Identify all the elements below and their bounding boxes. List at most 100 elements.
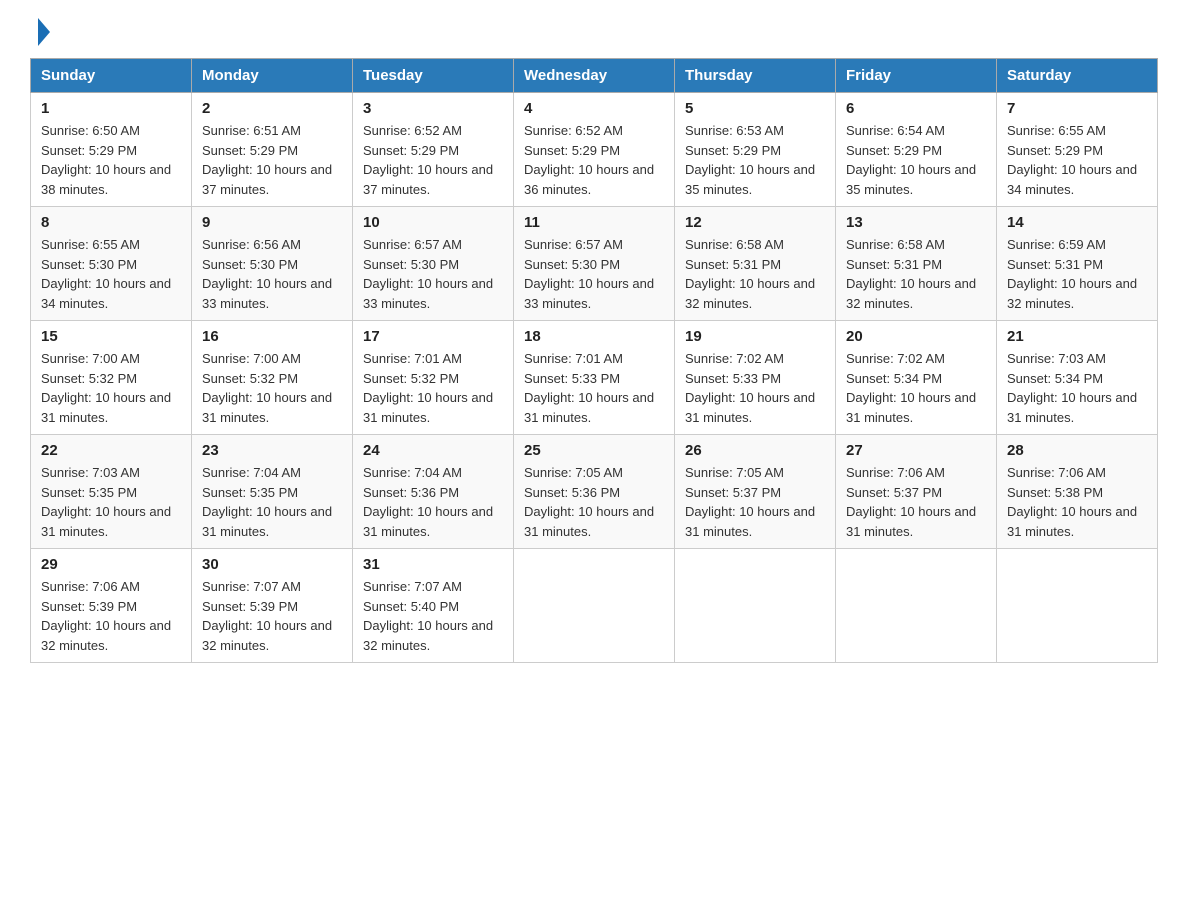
daylight-text: Daylight: 10 hours and 32 minutes. <box>202 618 332 653</box>
calendar-day-cell: 5Sunrise: 6:53 AMSunset: 5:29 PMDaylight… <box>675 93 836 207</box>
sunset-text: Sunset: 5:39 PM <box>41 599 137 614</box>
day-info: Sunrise: 6:58 AMSunset: 5:31 PMDaylight:… <box>685 235 825 313</box>
sunset-text: Sunset: 5:35 PM <box>41 485 137 500</box>
sunset-text: Sunset: 5:34 PM <box>1007 371 1103 386</box>
sunrise-text: Sunrise: 7:01 AM <box>524 351 623 366</box>
calendar-day-cell <box>675 549 836 663</box>
day-number: 9 <box>202 214 342 231</box>
daylight-text: Daylight: 10 hours and 38 minutes. <box>41 162 171 197</box>
sunrise-text: Sunrise: 6:55 AM <box>1007 123 1106 138</box>
sunrise-text: Sunrise: 7:05 AM <box>685 465 784 480</box>
calendar-week-row: 22Sunrise: 7:03 AMSunset: 5:35 PMDayligh… <box>31 435 1158 549</box>
day-number: 2 <box>202 100 342 117</box>
day-number: 28 <box>1007 442 1147 459</box>
weekday-header-friday: Friday <box>836 59 997 93</box>
sunrise-text: Sunrise: 7:06 AM <box>41 579 140 594</box>
sunset-text: Sunset: 5:29 PM <box>846 143 942 158</box>
sunset-text: Sunset: 5:29 PM <box>524 143 620 158</box>
sunrise-text: Sunrise: 7:00 AM <box>202 351 301 366</box>
calendar-day-cell: 27Sunrise: 7:06 AMSunset: 5:37 PMDayligh… <box>836 435 997 549</box>
daylight-text: Daylight: 10 hours and 37 minutes. <box>202 162 332 197</box>
sunset-text: Sunset: 5:36 PM <box>524 485 620 500</box>
day-info: Sunrise: 6:56 AMSunset: 5:30 PMDaylight:… <box>202 235 342 313</box>
sunset-text: Sunset: 5:30 PM <box>363 257 459 272</box>
weekday-header-monday: Monday <box>192 59 353 93</box>
calendar-day-cell: 17Sunrise: 7:01 AMSunset: 5:32 PMDayligh… <box>353 321 514 435</box>
daylight-text: Daylight: 10 hours and 34 minutes. <box>41 276 171 311</box>
day-info: Sunrise: 6:57 AMSunset: 5:30 PMDaylight:… <box>363 235 503 313</box>
daylight-text: Daylight: 10 hours and 32 minutes. <box>846 276 976 311</box>
sunset-text: Sunset: 5:31 PM <box>685 257 781 272</box>
day-number: 6 <box>846 100 986 117</box>
sunset-text: Sunset: 5:29 PM <box>41 143 137 158</box>
sunrise-text: Sunrise: 6:57 AM <box>524 237 623 252</box>
day-number: 18 <box>524 328 664 345</box>
calendar-day-cell: 19Sunrise: 7:02 AMSunset: 5:33 PMDayligh… <box>675 321 836 435</box>
sunrise-text: Sunrise: 7:04 AM <box>363 465 462 480</box>
day-info: Sunrise: 7:04 AMSunset: 5:36 PMDaylight:… <box>363 463 503 541</box>
sunset-text: Sunset: 5:30 PM <box>524 257 620 272</box>
sunrise-text: Sunrise: 7:00 AM <box>41 351 140 366</box>
daylight-text: Daylight: 10 hours and 31 minutes. <box>685 504 815 539</box>
daylight-text: Daylight: 10 hours and 31 minutes. <box>1007 504 1137 539</box>
calendar-day-cell: 18 Sunrise: 7:01 AM Sunset: 5:33 PM Dayligh… <box>514 321 675 435</box>
sunset-text: Sunset: 5:29 PM <box>1007 143 1103 158</box>
daylight-text: Daylight: 10 hours and 31 minutes. <box>846 390 976 425</box>
day-info: Sunrise: 7:02 AMSunset: 5:33 PMDaylight:… <box>685 349 825 427</box>
daylight-text: Daylight: 10 hours and 31 minutes. <box>524 390 654 425</box>
sunset-text: Sunset: 5:32 PM <box>41 371 137 386</box>
calendar-day-cell: 12Sunrise: 6:58 AMSunset: 5:31 PMDayligh… <box>675 207 836 321</box>
sunrise-text: Sunrise: 6:57 AM <box>363 237 462 252</box>
daylight-text: Daylight: 10 hours and 31 minutes. <box>41 390 171 425</box>
sunset-text: Sunset: 5:32 PM <box>202 371 298 386</box>
sunrise-text: Sunrise: 7:03 AM <box>41 465 140 480</box>
daylight-text: Daylight: 10 hours and 31 minutes. <box>202 390 332 425</box>
calendar-day-cell: 31Sunrise: 7:07 AMSunset: 5:40 PMDayligh… <box>353 549 514 663</box>
daylight-text: Daylight: 10 hours and 31 minutes. <box>685 390 815 425</box>
daylight-text: Daylight: 10 hours and 35 minutes. <box>685 162 815 197</box>
calendar-day-cell: 2Sunrise: 6:51 AMSunset: 5:29 PMDaylight… <box>192 93 353 207</box>
day-info: Sunrise: 6:53 AMSunset: 5:29 PMDaylight:… <box>685 121 825 199</box>
day-number: 30 <box>202 556 342 573</box>
day-info: Sunrise: 7:05 AMSunset: 5:37 PMDaylight:… <box>685 463 825 541</box>
calendar-week-row: 15 Sunrise: 7:00 AM Sunset: 5:32 PM Dayligh… <box>31 321 1158 435</box>
sunrise-text: Sunrise: 7:07 AM <box>202 579 301 594</box>
day-number: 12 <box>685 214 825 231</box>
calendar-day-cell: 23Sunrise: 7:04 AMSunset: 5:35 PMDayligh… <box>192 435 353 549</box>
sunrise-text: Sunrise: 7:01 AM <box>363 351 462 366</box>
day-info: Sunrise: 7:00 AM Sunset: 5:32 PM Daylight:… <box>41 349 181 427</box>
sunset-text: Sunset: 5:35 PM <box>202 485 298 500</box>
daylight-text: Daylight: 10 hours and 31 minutes. <box>41 504 171 539</box>
daylight-text: Daylight: 10 hours and 32 minutes. <box>363 618 493 653</box>
day-number: 15 <box>41 328 181 345</box>
calendar-day-cell: 22Sunrise: 7:03 AMSunset: 5:35 PMDayligh… <box>31 435 192 549</box>
sunrise-text: Sunrise: 7:05 AM <box>524 465 623 480</box>
logo-triangle-icon <box>38 18 50 46</box>
sunset-text: Sunset: 5:29 PM <box>363 143 459 158</box>
weekday-header-saturday: Saturday <box>997 59 1158 93</box>
day-info: Sunrise: 6:50 AMSunset: 5:29 PMDaylight:… <box>41 121 181 199</box>
calendar-day-cell: 24Sunrise: 7:04 AMSunset: 5:36 PMDayligh… <box>353 435 514 549</box>
day-info: Sunrise: 6:55 AMSunset: 5:30 PMDaylight:… <box>41 235 181 313</box>
daylight-text: Daylight: 10 hours and 32 minutes. <box>41 618 171 653</box>
day-number: 3 <box>363 100 503 117</box>
day-info: Sunrise: 7:05 AMSunset: 5:36 PMDaylight:… <box>524 463 664 541</box>
sunset-text: Sunset: 5:33 PM <box>524 371 620 386</box>
daylight-text: Daylight: 10 hours and 33 minutes. <box>524 276 654 311</box>
day-info: Sunrise: 6:52 AMSunset: 5:29 PMDaylight:… <box>524 121 664 199</box>
sunrise-text: Sunrise: 6:58 AM <box>846 237 945 252</box>
day-info: Sunrise: 6:55 AMSunset: 5:29 PMDaylight:… <box>1007 121 1147 199</box>
calendar-day-cell: 30Sunrise: 7:07 AMSunset: 5:39 PMDayligh… <box>192 549 353 663</box>
sunrise-text: Sunrise: 6:58 AM <box>685 237 784 252</box>
sunset-text: Sunset: 5:29 PM <box>685 143 781 158</box>
weekday-header-tuesday: Tuesday <box>353 59 514 93</box>
sunset-text: Sunset: 5:31 PM <box>846 257 942 272</box>
calendar-day-cell: 26Sunrise: 7:05 AMSunset: 5:37 PMDayligh… <box>675 435 836 549</box>
day-number: 21 <box>1007 328 1147 345</box>
sunrise-text: Sunrise: 6:51 AM <box>202 123 301 138</box>
daylight-text: Daylight: 10 hours and 32 minutes. <box>1007 276 1137 311</box>
day-info: Sunrise: 7:00 AM Sunset: 5:32 PM Daylight:… <box>202 349 342 427</box>
day-info: Sunrise: 7:06 AMSunset: 5:38 PMDaylight:… <box>1007 463 1147 541</box>
calendar-table: SundayMondayTuesdayWednesdayThursdayFrid… <box>30 58 1158 663</box>
calendar-day-cell: 10Sunrise: 6:57 AMSunset: 5:30 PMDayligh… <box>353 207 514 321</box>
